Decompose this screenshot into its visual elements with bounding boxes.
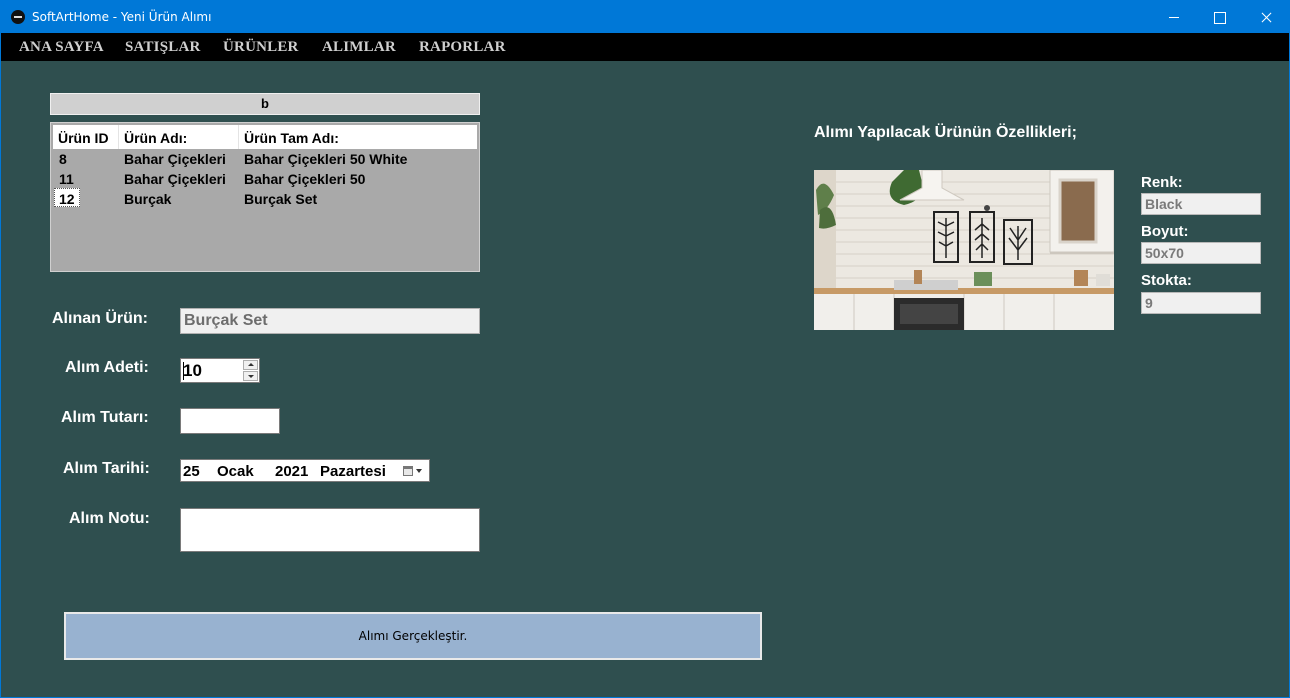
quantity-label: Alım Adeti: [65, 359, 149, 376]
date-picker[interactable]: 25 Ocak 2021 Pazartesi [180, 459, 430, 482]
product-field[interactable]: Burçak Set [180, 308, 480, 334]
product-image [814, 170, 1114, 330]
color-label: Renk: [1141, 174, 1183, 191]
column-header-name[interactable]: Ürün Adı: [124, 130, 187, 146]
title-bar[interactable]: SoftArtHome - Yeni Ürün Alımı [1, 1, 1289, 33]
chevron-down-icon[interactable] [416, 469, 422, 473]
quantity-stepper[interactable]: 10 [180, 358, 260, 383]
cell-name: Bahar Çiçekleri [124, 171, 226, 187]
date-month[interactable]: Ocak [217, 463, 254, 480]
menu-item-urunler[interactable]: ÜRÜNLER [223, 39, 299, 56]
date-label: Alım Tarihi: [63, 460, 150, 477]
menu-item-raporlar[interactable]: RAPORLAR [419, 39, 506, 56]
cell-full-name: Burçak Set [244, 191, 318, 207]
grid-header-row: Ürün ID Ürün Adı: Ürün Tam Adı: [53, 125, 477, 149]
cell-full-name: Bahar Çiçekleri 50 White [244, 151, 408, 167]
maximize-icon[interactable] [1197, 1, 1243, 33]
details-title: Alımı Yapılacak Ürünün Özellikleri; [814, 124, 1077, 141]
stock-label: Stokta: [1141, 272, 1192, 289]
date-day[interactable]: 25 [183, 463, 200, 480]
submit-purchase-button[interactable]: Alımı Gerçekleştir. [64, 612, 762, 660]
window-title: SoftArtHome - Yeni Ürün Alımı [32, 10, 212, 24]
cell-id: 11 [59, 171, 74, 187]
cell-name: Burçak [124, 191, 172, 207]
app-window: SoftArtHome - Yeni Ürün Alımı ANA SAYFA … [0, 0, 1290, 698]
amount-field[interactable] [180, 408, 280, 434]
note-label: Alım Notu: [69, 510, 150, 527]
grid-caption: b [50, 93, 480, 115]
product-grid[interactable]: Ürün ID Ürün Adı: Ürün Tam Adı: 8 Bahar … [50, 122, 480, 272]
size-label: Boyut: [1141, 223, 1189, 240]
calendar-icon[interactable] [403, 466, 413, 476]
cell-id: 8 [59, 151, 67, 167]
menu-item-satislar[interactable]: SATIŞLAR [125, 39, 201, 56]
cell-id: 12 [59, 191, 75, 207]
stock-field[interactable]: 9 [1141, 292, 1261, 314]
close-icon[interactable] [1243, 1, 1289, 33]
amount-label: Alım Tutarı: [61, 409, 149, 426]
spin-down-icon[interactable] [243, 371, 258, 381]
date-weekday: Pazartesi [320, 463, 386, 480]
minimize-icon[interactable] [1151, 1, 1197, 33]
menu-bar: ANA SAYFA SATIŞLAR ÜRÜNLER ALIMLAR RAPOR… [1, 33, 1289, 61]
spin-up-icon[interactable] [243, 360, 258, 370]
column-header-id[interactable]: Ürün ID [58, 130, 109, 146]
color-field[interactable]: Black [1141, 193, 1261, 215]
cell-full-name: Bahar Çiçekleri 50 [244, 171, 366, 187]
column-header-full-name[interactable]: Ürün Tam Adı: [244, 130, 339, 146]
quantity-value: 10 [183, 361, 202, 380]
note-field[interactable] [180, 508, 480, 552]
app-logo-icon [11, 10, 25, 24]
cell-name: Bahar Çiçekleri [124, 151, 226, 167]
size-field[interactable]: 50x70 [1141, 242, 1261, 264]
menu-item-ana-sayfa[interactable]: ANA SAYFA [19, 39, 104, 56]
menu-item-alimlar[interactable]: ALIMLAR [322, 39, 396, 56]
date-year[interactable]: 2021 [275, 463, 308, 480]
product-label: Alınan Ürün: [52, 310, 148, 327]
